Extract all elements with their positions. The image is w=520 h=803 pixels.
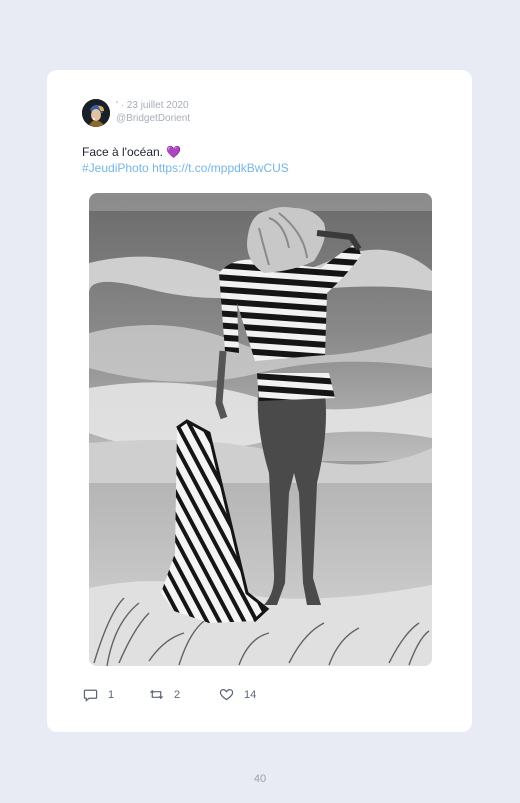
heart-icon: [219, 689, 234, 701]
beach-photo: [89, 193, 432, 666]
tweet-links: #JeudiPhoto https://t.co/mppdkBwCUS: [82, 160, 442, 176]
retweet-icon: [149, 689, 164, 700]
user-handle[interactable]: @BridgetDorient: [116, 112, 190, 125]
avatar[interactable]: [82, 99, 110, 127]
tweet-date[interactable]: ' · 23 juillet 2020: [116, 100, 189, 111]
retweet-action[interactable]: 2: [149, 687, 180, 702]
retweet-count: 2: [174, 688, 181, 701]
tweet-photo[interactable]: [89, 193, 432, 666]
page-number: 40: [253, 773, 267, 785]
hashtag-link[interactable]: #JeudiPhoto: [82, 161, 149, 175]
tweet-meta: ' · 23 juillet 2020 @BridgetDorient: [116, 99, 190, 125]
tweet-text-line: Face à l'océan. 💜: [82, 144, 442, 160]
purple-heart-emoji: 💜: [166, 145, 182, 159]
url-link[interactable]: https://t.co/mppdkBwCUS: [152, 161, 289, 175]
tweet-text: Face à l'océan. 💜 #JeudiPhoto https://t.…: [82, 144, 442, 176]
like-action[interactable]: 14: [219, 687, 256, 702]
like-count: 14: [244, 688, 257, 701]
tweet-message: Face à l'océan.: [82, 145, 164, 159]
reply-action[interactable]: 1: [83, 687, 114, 702]
reply-icon: [83, 689, 98, 702]
reply-count: 1: [108, 688, 115, 701]
tweet-card: ' · 23 juillet 2020 @BridgetDorient Face…: [47, 70, 472, 732]
